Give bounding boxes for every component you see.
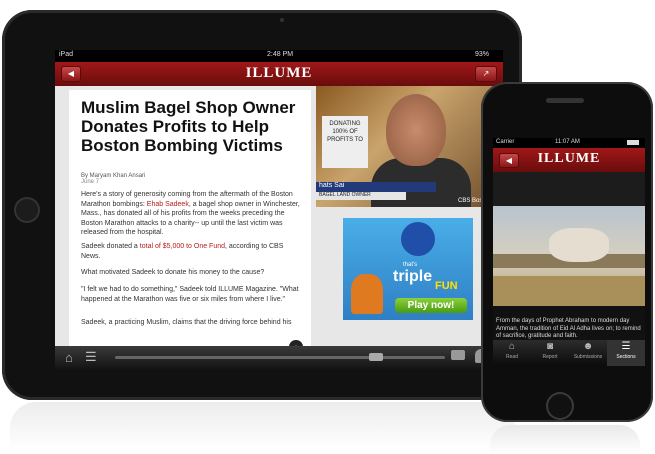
ipad-bottom-toolbar: ⌂ ☰ [55, 346, 503, 370]
share-button[interactable]: ↗ [475, 66, 497, 82]
page-scrubber[interactable] [115, 353, 445, 361]
back-arrow-icon: ◀ [505, 156, 513, 165]
back-arrow-icon: ◀ [67, 69, 75, 78]
header-image-strip [493, 172, 645, 206]
camera-icon[interactable] [451, 350, 465, 360]
carrier-label: Carrier [496, 139, 515, 145]
person-face [386, 94, 446, 166]
network-watermark: CBS Bos [458, 198, 483, 204]
article-paragraph: "I felt we had to do something," Sadeek … [81, 286, 299, 303]
tab-submissions[interactable]: ☻ Submissions [569, 340, 607, 366]
tab-sections[interactable]: ☰ Sections [607, 340, 645, 366]
lower-third-name: hats Sai [316, 182, 436, 192]
ipad-screen: iPad 2:48 PM 93% ◀ ILLUME ↗ Muslim Bagel… [55, 50, 503, 370]
battery-icon [627, 140, 639, 145]
app-logo: ILLUME [537, 151, 601, 166]
scrubber-handle[interactable] [369, 353, 383, 361]
app-logo: ILLUME [245, 65, 313, 81]
menu-icon: ☰ [621, 341, 631, 352]
battery-label: 93% [475, 51, 490, 58]
play-now-button[interactable]: Play now! [395, 298, 467, 313]
menu-icon[interactable]: ☰ [85, 349, 97, 365]
ipad-nav-bar: ◀ ILLUME ↗ [55, 62, 503, 86]
iphone-nav-bar: ◀ ILLUME [493, 148, 645, 172]
people-icon: ☻ [582, 341, 594, 352]
video-still[interactable]: DONATING 100% OF PROFITS TO hats Sai BAG… [316, 86, 503, 207]
article-panel: Muslim Bagel Shop Owner Donates Profits … [69, 90, 311, 360]
home-icon[interactable]: ⌂ [65, 350, 73, 365]
iphone-screen: Carrier 11:07 AM ◀ ILLUME From the days … [493, 138, 645, 366]
ad-text-fun: FUN [435, 280, 458, 292]
article-paragraph: Sadeek donated a total of $5,000 to One … [81, 243, 284, 260]
tab-report[interactable]: ◙ Report [531, 340, 569, 366]
share-icon: ↗ [482, 69, 490, 78]
iphone-reflection [490, 425, 640, 454]
ipad-reflection [10, 402, 515, 450]
one-fund-link[interactable]: total of $5,000 to One Fund [140, 243, 225, 250]
donation-sign: DONATING 100% OF PROFITS TO [322, 116, 368, 168]
iphone-speaker [546, 98, 584, 103]
article-paragraph: Here's a story of generosity coming from… [81, 191, 300, 236]
crash-character-icon [351, 274, 383, 314]
ipad-home-button[interactable] [14, 197, 40, 223]
article-paragraph: Sadeek, a practicing Muslim, claims that… [81, 319, 292, 326]
article-headline: Muslim Bagel Shop Owner Donates Profits … [81, 98, 296, 155]
back-button[interactable]: ◀ [61, 66, 81, 82]
status-time: 2:48 PM [267, 51, 294, 58]
ground-area [493, 276, 645, 306]
iphone-home-button[interactable] [546, 392, 574, 420]
article-date: June 7 [81, 179, 100, 185]
status-time: 11:07 AM [555, 139, 580, 145]
carrier-label: iPad [59, 51, 74, 58]
tab-read[interactable]: ⌂ Read [493, 340, 531, 366]
article-paragraph: What motivated Sadeek to donate his mone… [81, 269, 265, 276]
camera-icon: ◙ [546, 341, 554, 352]
back-button[interactable]: ◀ [499, 153, 519, 168]
iphone-status-bar: Carrier 11:07 AM [493, 138, 645, 148]
iphone-tab-bar: ⌂ Read ◙ Report ☻ Submissions ☰ Sections [493, 340, 645, 366]
ehab-sadeek-link[interactable]: Ehab Sadeek [147, 201, 189, 208]
sheep-shape [549, 228, 609, 262]
photo-caption: From the days of Prophet Abraham to mode… [496, 318, 641, 339]
ipad-camera [280, 18, 284, 22]
sheep-photo[interactable] [493, 206, 645, 306]
home-icon: ⌂ [508, 341, 516, 352]
sonic-character-icon [401, 222, 435, 256]
ad-text-triple: triple [393, 268, 433, 285]
lower-third-title: BAGEL LAND OWNER [316, 192, 406, 200]
advertisement[interactable]: that's triple FUN Play now! [343, 218, 473, 320]
ipad-status-bar: iPad 2:48 PM 93% [55, 50, 503, 62]
